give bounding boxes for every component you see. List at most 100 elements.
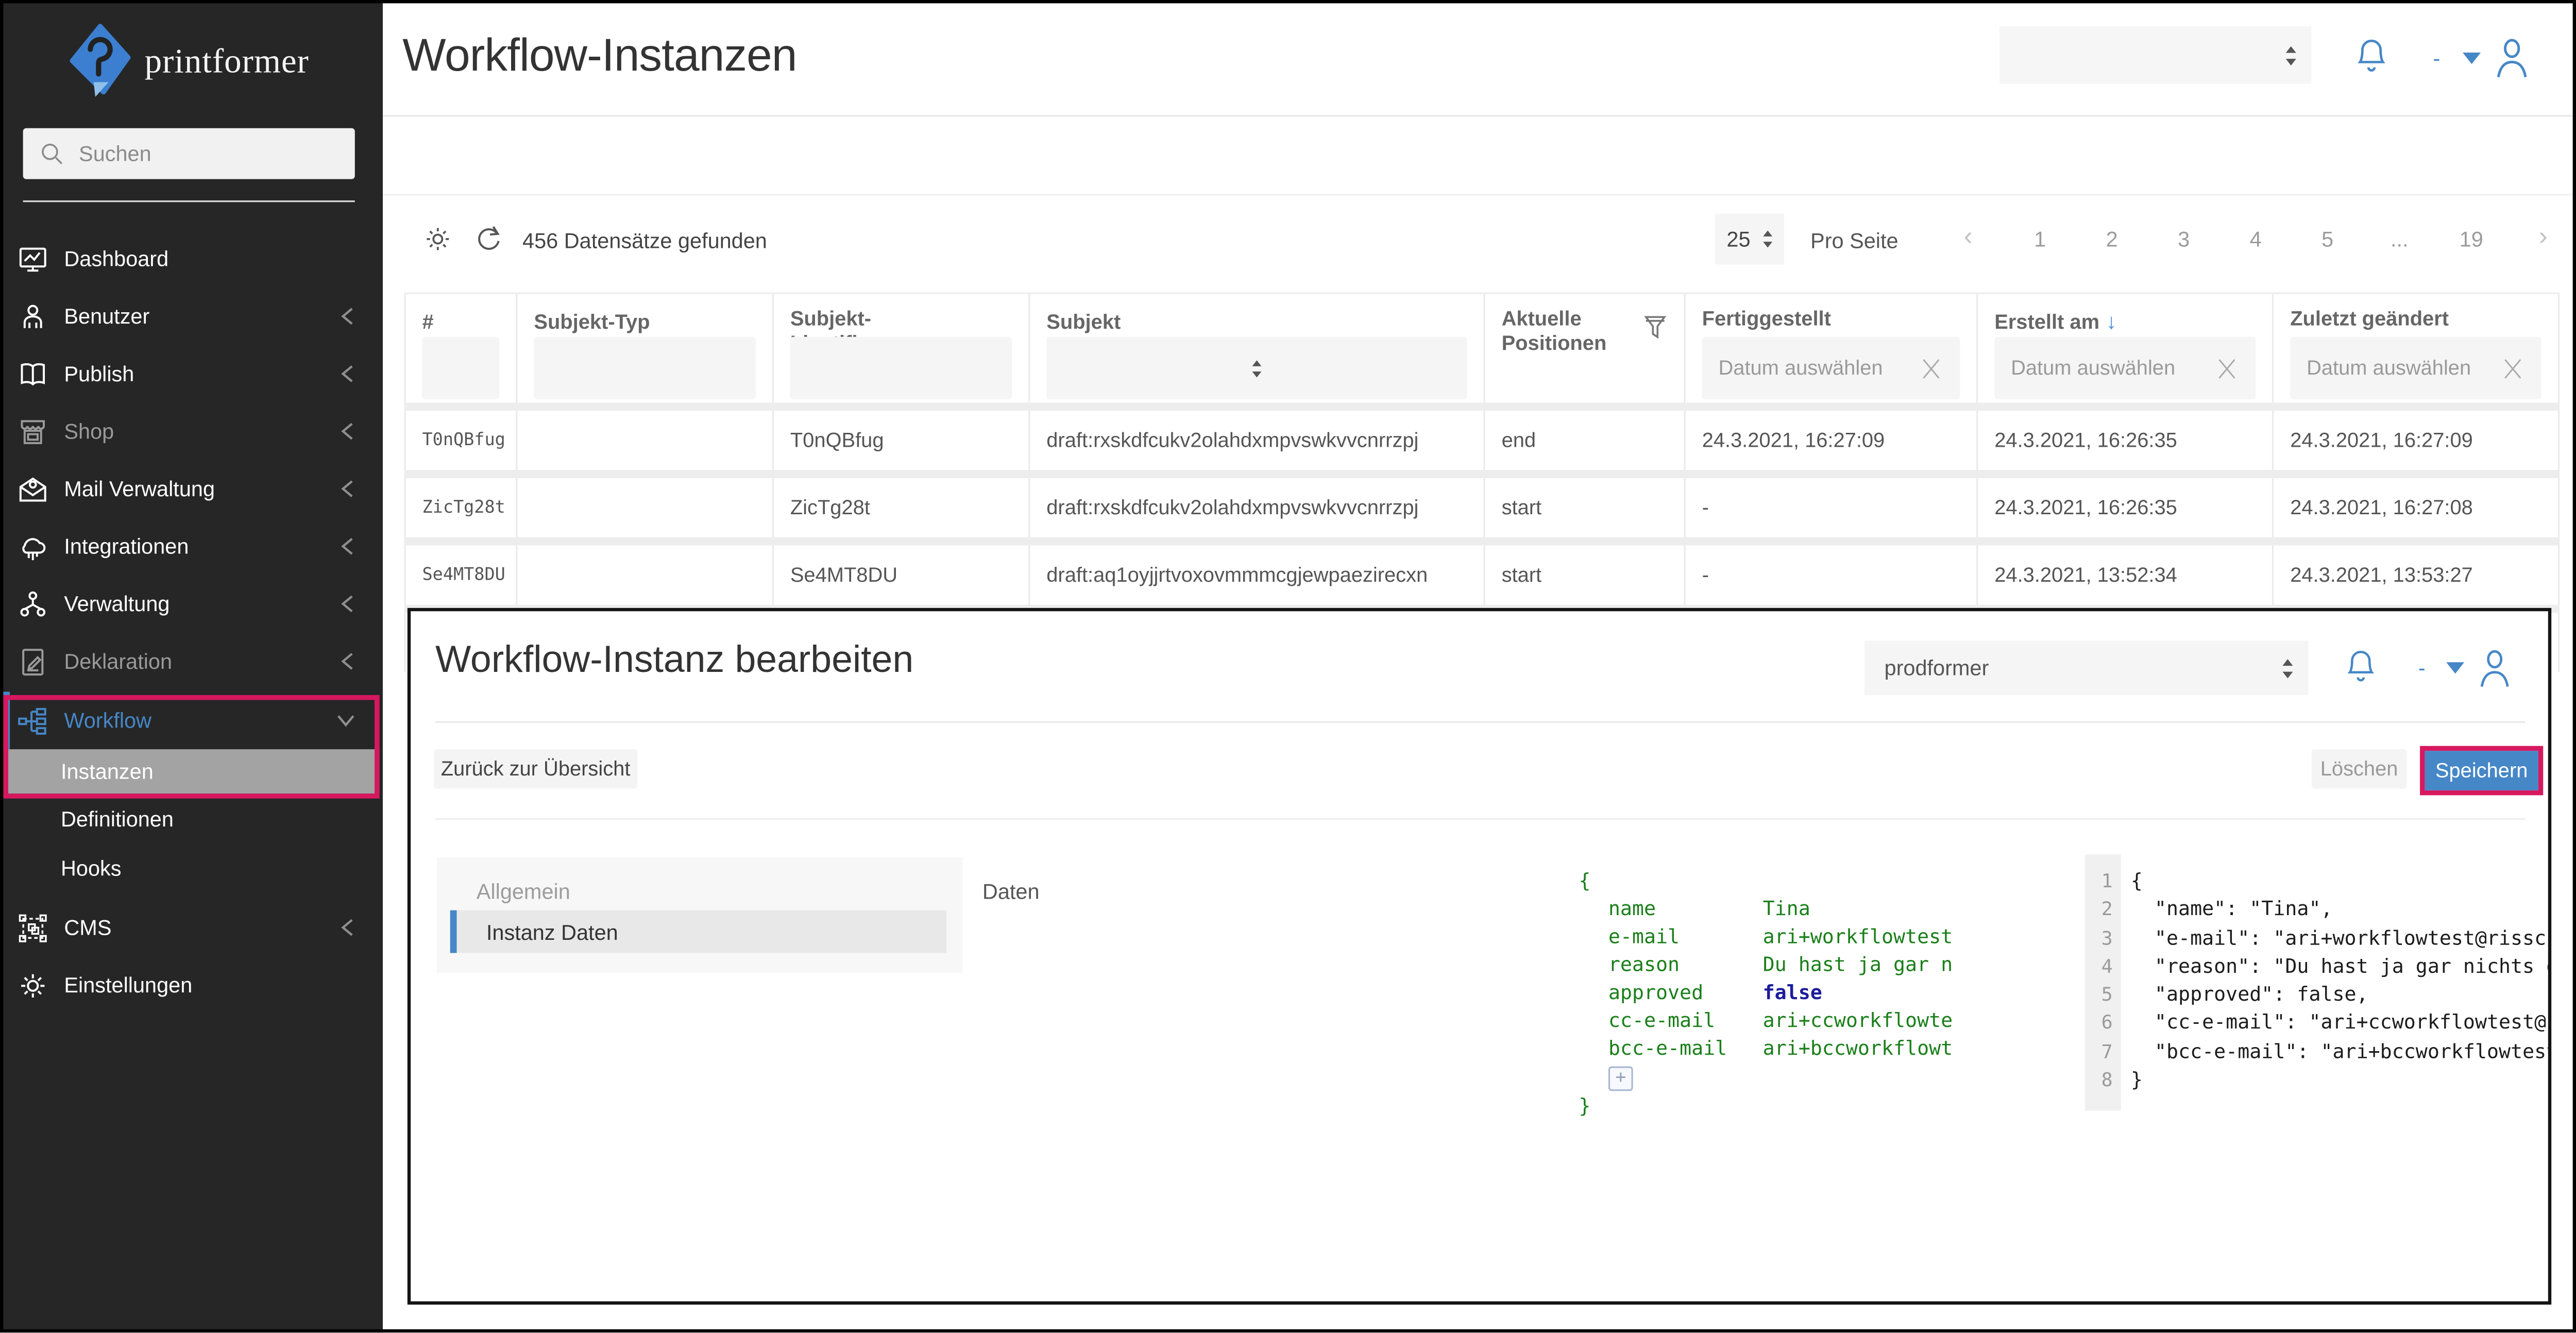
clear-x-icon[interactable] [2215, 356, 2240, 380]
row-separator [404, 402, 2560, 411]
modal-divider-2 [435, 818, 2525, 820]
delete-button[interactable]: Löschen [2312, 749, 2407, 789]
save-button[interactable]: Speichern [2425, 751, 2538, 790]
page-number[interactable]: 1 [2024, 226, 2057, 250]
updown-arrows-icon [1250, 358, 1264, 379]
sidebar-item-deklaration[interactable]: Deklaration [0, 633, 383, 690]
table-row[interactable]: ZicTg28t ZicTg28t draft:rxskdfcukv2olahd… [404, 478, 2560, 537]
modal-account-area: - [2346, 647, 2513, 688]
page-number[interactable]: 19 [2455, 226, 2488, 250]
account-person-icon[interactable] [2495, 36, 2531, 79]
code-line: 7 "bcc-e-mail": "ari+bccworkflowtest@ [2085, 1038, 2548, 1067]
code-line: 2 "name": "Tina", [2085, 896, 2548, 924]
filter-input-id[interactable] [422, 337, 500, 399]
filter-input-subjekt-typ[interactable] [534, 337, 755, 399]
printformer-logo: printformer [66, 23, 309, 99]
col-header-subjekt-identifier[interactable]: Subjekt-Identifier [774, 294, 1030, 402]
tree-row[interactable]: e-mailari+workflowtest [1579, 923, 1953, 951]
sidebar-item-benutzer[interactable]: Benutzer [0, 288, 383, 345]
filter-input-subjekt-identifier[interactable] [790, 337, 1012, 399]
sidebar-subitem-definitionen[interactable]: Definitionen [0, 795, 383, 842]
chevron-down-icon [335, 712, 357, 730]
sidebar-item-dashboard[interactable]: Dashboard [0, 230, 383, 288]
sidebar-item-integrationen[interactable]: Integrationen [0, 517, 383, 575]
json-tree-editor[interactable]: { nameTina e-mailari+workflowtest reason… [1579, 868, 1953, 1121]
page-next[interactable]: › [2527, 224, 2560, 253]
code-line: 8} [2085, 1067, 2548, 1095]
daten-label: Daten [982, 879, 1040, 904]
chevron-left-icon [338, 363, 357, 384]
sidebar: printformer Suchen Dashboard Benutzer [0, 0, 383, 1332]
code-line: 3 "e-mail": "ari+workflowtest@rissc.c [2085, 924, 2548, 953]
tree-row[interactable]: reasonDu hast ja gar n [1579, 951, 1953, 979]
sidebar-item-shop[interactable]: Shop [0, 402, 383, 460]
modal-title: Workflow-Instanz bearbeiten [435, 637, 913, 682]
col-header-id[interactable]: # [404, 294, 517, 402]
filter-funnel-icon[interactable] [1643, 314, 1668, 342]
client-select[interactable] [1999, 26, 2312, 84]
tree-row[interactable]: cc-e-mailari+ccworkflowte [1579, 1007, 1953, 1035]
col-header-erstellt-am[interactable]: Erstellt am↓ Datum auswählen [1978, 294, 2274, 402]
sort-desc-arrow-icon[interactable]: ↓ [2106, 309, 2117, 333]
table-row[interactable]: Se4MT8DU Se4MT8DU draft:aq1oyjjrtvoxovmm… [404, 546, 2560, 605]
caret-down-icon[interactable] [2447, 662, 2465, 673]
tree-row[interactable]: approvedfalse [1579, 980, 1953, 1007]
results-count: 456 Datensätze gefunden [522, 228, 767, 253]
date-filter-geaendert[interactable]: Datum auswählen [2290, 337, 2541, 399]
col-header-subjekt[interactable]: Subjekt [1030, 294, 1485, 402]
sidebar-item-publish[interactable]: Publish [0, 345, 383, 403]
page-number[interactable]: 4 [2239, 226, 2272, 250]
row-separator [404, 537, 2560, 546]
col-header-zuletzt-geaendert[interactable]: Zuletzt geändert am Datum auswählen [2274, 294, 2560, 402]
sidebar-item-label: Verwaltung [64, 592, 170, 616]
table-row[interactable]: T0nQBfug T0nQBfug draft:rxskdfcukv2olahd… [404, 411, 2560, 470]
sidebar-subitem-instanzen[interactable]: Instanzen [0, 749, 383, 794]
date-filter-erstellt[interactable]: Datum auswählen [1994, 337, 2256, 399]
search-input[interactable]: Suchen [23, 128, 355, 179]
sidebar-subitem-label: Definitionen [61, 807, 174, 832]
page-number[interactable]: 5 [2311, 226, 2344, 250]
col-header-subjekt-typ[interactable]: Subjekt-Typ [517, 294, 773, 402]
cms-icon [15, 909, 51, 946]
updown-arrows-icon [2283, 44, 2298, 67]
clear-x-icon[interactable] [1919, 356, 1944, 380]
user-icon [15, 298, 51, 334]
json-code-editor[interactable]: 1{ 2 "name": "Tina", 3 "e-mail": "ari+wo… [2085, 854, 2548, 1134]
chevron-left-icon [338, 651, 357, 672]
sidebar-item-einstellungen[interactable]: Einstellungen [0, 956, 383, 1014]
date-filter-fertiggestellt[interactable]: Datum auswählen [1702, 337, 1960, 399]
add-property-button[interactable]: + [1608, 1066, 1633, 1090]
tree-row[interactable]: nameTina [1579, 896, 1953, 923]
filter-select-subjekt[interactable] [1046, 337, 1467, 399]
sidebar-item-verwaltung[interactable]: Verwaltung [0, 575, 383, 633]
mail-icon [15, 471, 51, 507]
bell-icon[interactable] [2356, 38, 2387, 77]
col-header-aktuelle-positionen[interactable]: Aktuelle Positionen [1485, 294, 1686, 402]
tree-row[interactable]: bcc-e-mailari+bccworkflowt [1579, 1035, 1953, 1063]
sidebar-item-label: Integrationen [64, 534, 189, 559]
page-number[interactable]: 3 [2167, 226, 2200, 250]
bell-icon[interactable] [2346, 649, 2376, 687]
dashboard-icon [15, 241, 51, 277]
account-person-icon[interactable] [2478, 647, 2513, 688]
caret-down-icon[interactable] [2463, 52, 2481, 63]
clear-x-icon[interactable] [2500, 356, 2525, 380]
tab-instanz-daten[interactable]: Instanz Daten [450, 910, 946, 953]
modal-divider [435, 721, 2525, 723]
sidebar-item-label: Deklaration [64, 649, 172, 674]
sidebar-item-workflow[interactable]: Workflow [0, 691, 383, 749]
page-number[interactable]: 2 [2095, 226, 2128, 250]
table-settings-gear-icon[interactable] [422, 224, 454, 255]
chevron-left-icon [338, 478, 357, 499]
col-header-fertiggestellt-am[interactable]: Fertiggestellt am Datum auswählen [1686, 294, 1978, 402]
back-to-overview-button[interactable]: Zurück zur Übersicht [434, 749, 637, 789]
chevron-left-icon [338, 420, 357, 442]
page-prev[interactable]: ‹ [1952, 224, 1985, 253]
refresh-icon[interactable] [473, 224, 504, 255]
per-page-select[interactable]: 25 [1715, 214, 1784, 265]
sidebar-subitem-hooks[interactable]: Hooks [0, 845, 383, 892]
sidebar-item-cms[interactable]: CMS [0, 899, 383, 956]
modal-client-select[interactable]: prodformer [1865, 641, 2308, 695]
code-line: 5 "approved": false, [2085, 981, 2548, 1009]
sidebar-item-mail-verwaltung[interactable]: Mail Verwaltung [0, 460, 383, 518]
